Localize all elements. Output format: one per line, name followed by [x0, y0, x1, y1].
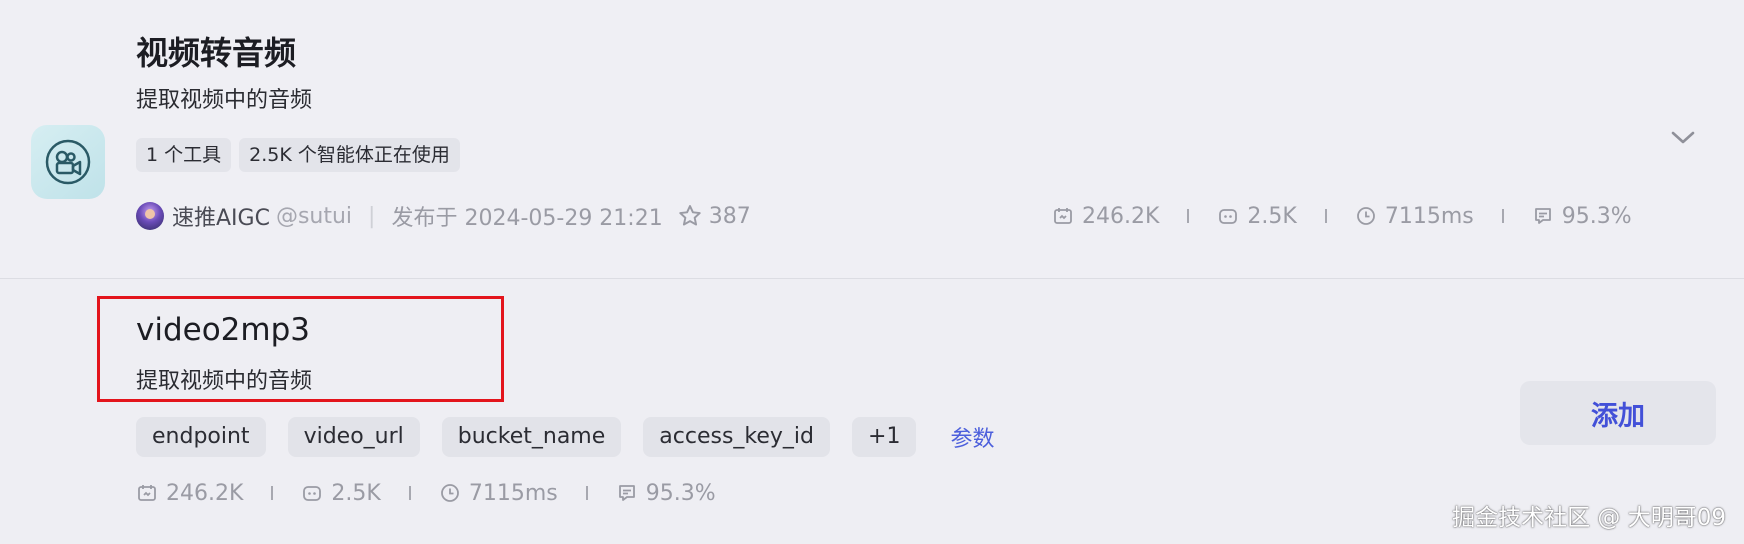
plugin-title: 视频转音频: [136, 34, 297, 72]
calls-stat: 246.2K: [1052, 204, 1159, 229]
divider: [1187, 209, 1190, 223]
divider: |: [368, 203, 376, 229]
chart-list-icon: [618, 485, 635, 501]
clock-icon: [440, 484, 459, 502]
publish-date: 发布于 2024-05-29 21:21: [391, 206, 663, 231]
bot-icon: [303, 486, 322, 501]
tool-description: 提取视频中的音频: [136, 369, 313, 394]
success-value: 95.3%: [645, 480, 716, 506]
divider: [585, 486, 588, 500]
clock-icon: [1356, 207, 1375, 225]
author-name[interactable]: 速推AIGC: [172, 200, 270, 232]
tool-count-tag: 1 个工具: [136, 138, 232, 172]
params-link[interactable]: 参数: [950, 421, 994, 453]
divider: [271, 486, 274, 500]
plugin-meta: 速推AIGC @sutui | 发布于 2024-05-29 21:21 387: [136, 200, 751, 232]
latency-stat: 7115ms: [1355, 204, 1474, 229]
bots-value: 2.5K: [1247, 203, 1297, 229]
watermark: 掘金技术社区 @ 大明哥09: [1452, 505, 1726, 531]
calls-value: 246.2K: [1082, 203, 1160, 229]
bot-icon: [1219, 209, 1238, 224]
sync-icon: [138, 485, 156, 501]
success-value: 95.3%: [1561, 203, 1632, 229]
bots-stat: 2.5K: [1217, 203, 1297, 229]
sync-icon: [1054, 208, 1072, 224]
calls-value: 246.2K: [166, 480, 244, 506]
avatar[interactable]: [136, 202, 164, 230]
tool-stats: 246.2K 2.5K 7115ms 95.3%: [136, 477, 716, 509]
calls-stat: 246.2K: [136, 481, 243, 506]
plugin-description: 提取视频中的音频: [136, 88, 313, 113]
usage-count-tag: 2.5K 个智能体正在使用: [239, 138, 460, 172]
latency-value: 7115ms: [1384, 203, 1474, 229]
add-button[interactable]: 添加: [1520, 381, 1716, 445]
divider: [1501, 209, 1504, 223]
bots-stat: 2.5K: [301, 480, 381, 506]
plugin-tags: 1 个工具 2.5K 个智能体正在使用: [136, 138, 460, 172]
plugin-card[interactable]: 视频转音频 提取视频中的音频 1 个工具 2.5K 个智能体正在使用 速推AIG…: [0, 0, 1744, 279]
success-stat: 95.3%: [616, 481, 716, 506]
plugin-stats: 246.2K 2.5K 7115ms 95.3%: [1052, 200, 1632, 232]
bots-value: 2.5K: [331, 480, 381, 506]
latency-stat: 7115ms: [439, 481, 558, 506]
success-stat: 95.3%: [1532, 204, 1632, 229]
video-camera-icon: [31, 125, 105, 199]
tool-name: video2mp3: [136, 312, 310, 348]
param-list: endpoint video_url bucket_name access_ke…: [136, 417, 994, 457]
param-tag: endpoint: [136, 417, 266, 457]
latency-value: 7115ms: [468, 480, 558, 506]
author-handle: @sutui: [275, 203, 353, 229]
param-tag: access_key_id: [643, 417, 831, 457]
chevron-down-icon[interactable]: [1669, 128, 1697, 148]
divider: [1324, 209, 1327, 223]
chart-list-icon: [1534, 208, 1551, 224]
star-count: 387: [708, 203, 751, 229]
star-icon[interactable]: [677, 203, 703, 229]
param-tag: video_url: [287, 417, 420, 457]
divider: [408, 486, 411, 500]
param-tag: bucket_name: [441, 417, 622, 457]
more-params-tag[interactable]: +1: [852, 417, 917, 457]
